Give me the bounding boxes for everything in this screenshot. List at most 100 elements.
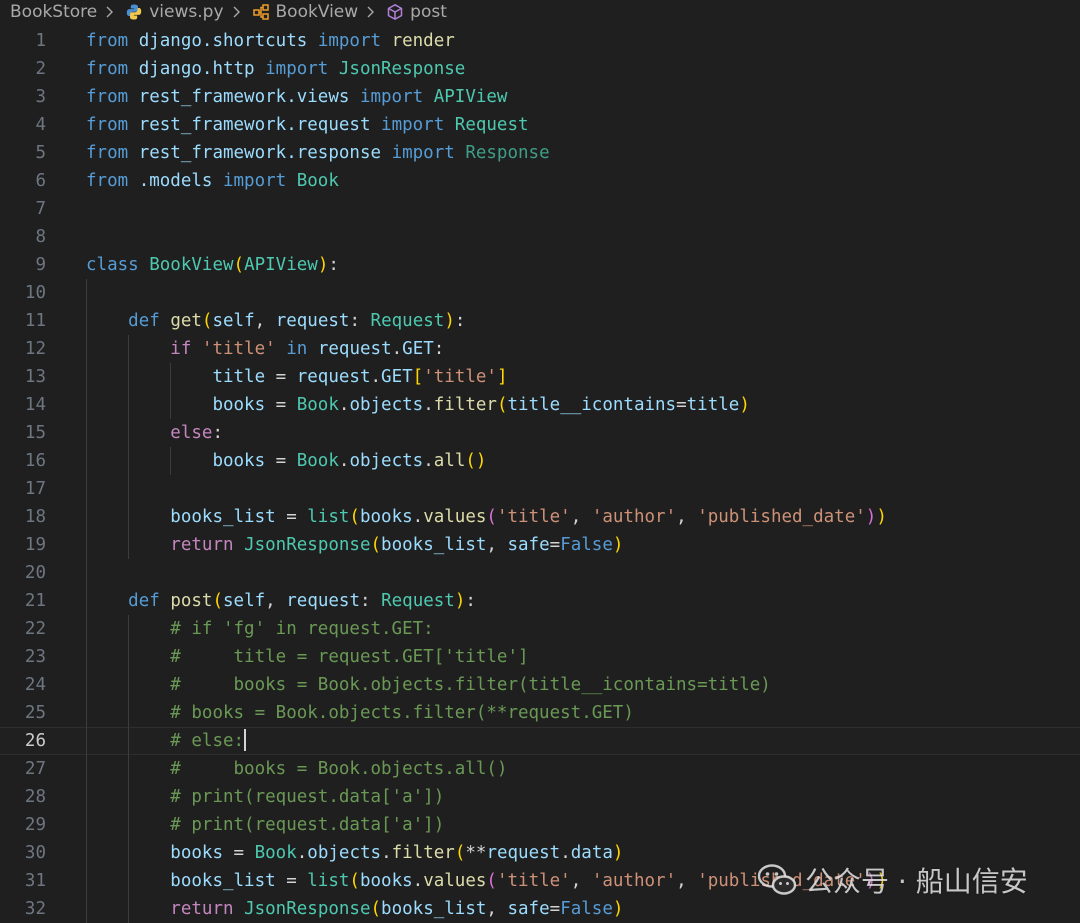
code-token: ): [865, 871, 877, 891]
code-token: ,: [265, 591, 287, 611]
code-text: books = Book.objects.all(): [86, 447, 486, 475]
code-line[interactable]: 4 from rest_framework.request import Requ…: [0, 111, 1080, 139]
code-token: return: [170, 899, 234, 919]
code-token: GET: [402, 339, 434, 359]
code-line[interactable]: 28 # print(request.data['a']): [0, 783, 1080, 811]
line-number: 24: [24, 675, 46, 695]
code-line[interactable]: 18 books_list = list(books.values('title…: [0, 503, 1080, 531]
code-text: else:: [86, 419, 223, 447]
breadcrumb-item-class[interactable]: BookView: [244, 2, 379, 22]
method-symbol-icon: [387, 3, 403, 21]
breadcrumb-item-file[interactable]: views.py: [117, 2, 243, 22]
code-line[interactable]: 14 books = Book.objects.filter(title__ic…: [0, 391, 1080, 419]
code-token: ): [454, 591, 466, 611]
python-file-icon: [127, 4, 142, 20]
code-line[interactable]: 9 class BookView(APIView):: [0, 251, 1080, 279]
code-line[interactable]: 13 title = request.GET['title']: [0, 363, 1080, 391]
code-line[interactable]: 25 # books = Book.objects.filter(**reque…: [0, 699, 1080, 727]
code-token: =: [265, 367, 297, 387]
code-token: [: [412, 367, 424, 387]
code-token: render: [381, 31, 455, 51]
code-line[interactable]: 27 # books = Book.objects.all(): [0, 755, 1080, 783]
code-token: Response: [454, 143, 550, 163]
code-line[interactable]: 17: [0, 475, 1080, 503]
code-line[interactable]: 19 return JsonResponse(books_list, safe=…: [0, 531, 1080, 559]
code-token: .: [370, 367, 382, 387]
indent-guide: [170, 363, 172, 419]
code-token: import: [359, 87, 424, 107]
code-token: .: [338, 395, 350, 415]
code-line[interactable]: 2 from django.http import JsonResponse: [0, 55, 1080, 83]
code-line[interactable]: 6 from .models import Book: [0, 167, 1080, 195]
code-token: (: [496, 395, 508, 415]
line-number: 1: [35, 31, 46, 51]
line-number: 12: [24, 339, 46, 359]
code-line[interactable]: 24 # books = Book.objects.filter(title__…: [0, 671, 1080, 699]
indent-guide: [86, 279, 87, 923]
code-line[interactable]: 22 # if 'fg' in request.GET:: [0, 615, 1080, 643]
code-token: =: [275, 871, 308, 891]
line-number: 26: [24, 731, 46, 751]
code-token: Request: [444, 115, 529, 135]
code-token: :: [212, 423, 223, 443]
code-text: def post(self, request: Request):: [86, 587, 476, 615]
code-token: **: [465, 843, 487, 863]
code-token: (): [465, 451, 487, 471]
code-line[interactable]: 21 def post(self, request: Request):: [0, 587, 1080, 615]
code-line[interactable]: 10: [0, 279, 1080, 307]
line-number: 2: [35, 59, 46, 79]
code-line[interactable]: 3 from rest_framework.views import APIVie…: [0, 83, 1080, 111]
code-line[interactable]: 30 books = Book.objects.filter(**request…: [0, 839, 1080, 867]
code-text: books = Book.objects.filter(title__icont…: [86, 391, 749, 419]
code-token: =: [265, 395, 297, 415]
code-token: (: [370, 899, 382, 919]
code-token: :: [349, 311, 371, 331]
code-token: .: [391, 339, 403, 359]
code-token: title: [212, 367, 266, 387]
code-token: .: [423, 395, 434, 415]
code-line[interactable]: 5 from rest_framework.response import Res…: [0, 139, 1080, 167]
code-token: =: [549, 535, 561, 555]
code-line[interactable]: 31 books_list = list(books.values('title…: [0, 867, 1080, 895]
code-token: =: [222, 843, 255, 863]
code-token: Book: [286, 171, 339, 191]
code-line[interactable]: 11 def get(self, request: Request):: [0, 307, 1080, 335]
code-editor[interactable]: 1 from django.shortcuts import render 2 fro…: [0, 27, 1080, 923]
code-line[interactable]: 8: [0, 223, 1080, 251]
code-token: all: [433, 451, 466, 471]
line-number: 15: [24, 423, 46, 443]
code-line[interactable]: 16 books = Book.objects.all(): [0, 447, 1080, 475]
code-token: objects: [307, 843, 382, 863]
line-number: 9: [35, 255, 46, 275]
code-line[interactable]: 12 if 'title' in request.GET:: [0, 335, 1080, 363]
code-line[interactable]: 15 else:: [0, 419, 1080, 447]
breadcrumb-item-folder[interactable]: BookStore: [0, 2, 117, 22]
code-line[interactable]: 1 from django.shortcuts import render: [0, 27, 1080, 55]
breadcrumb-label: BookView: [275, 2, 359, 22]
breadcrumb-item-method[interactable]: post: [378, 2, 447, 22]
line-number: 32: [24, 899, 46, 919]
code-token: books_list: [170, 871, 276, 891]
code-token: books: [212, 451, 266, 471]
code-token: JsonResponse: [244, 535, 371, 555]
code-token: values: [423, 507, 487, 527]
code-token: ): [612, 535, 624, 555]
code-line[interactable]: 26 # else:: [0, 727, 1080, 755]
code-token: False: [560, 899, 613, 919]
code-token: :: [465, 591, 476, 611]
code-token: books: [359, 507, 413, 527]
code-line[interactable]: 7: [0, 195, 1080, 223]
line-number: 25: [24, 703, 46, 723]
breadcrumb: BookStore views.py BookView post: [0, 0, 1080, 24]
code-line[interactable]: 20: [0, 559, 1080, 587]
code-line[interactable]: 23 # title = request.GET['title']: [0, 643, 1080, 671]
code-token: class: [86, 255, 139, 275]
code-text: class BookView(APIView):: [86, 251, 339, 279]
code-token: # books = Book.objects.all(): [170, 759, 508, 779]
line-number: 28: [24, 787, 46, 807]
code-token: :: [328, 255, 339, 275]
code-token: =: [275, 507, 308, 527]
code-line[interactable]: 29 # print(request.data['a']): [0, 811, 1080, 839]
code-line[interactable]: 32 return JsonResponse(books_list, safe=…: [0, 895, 1080, 923]
